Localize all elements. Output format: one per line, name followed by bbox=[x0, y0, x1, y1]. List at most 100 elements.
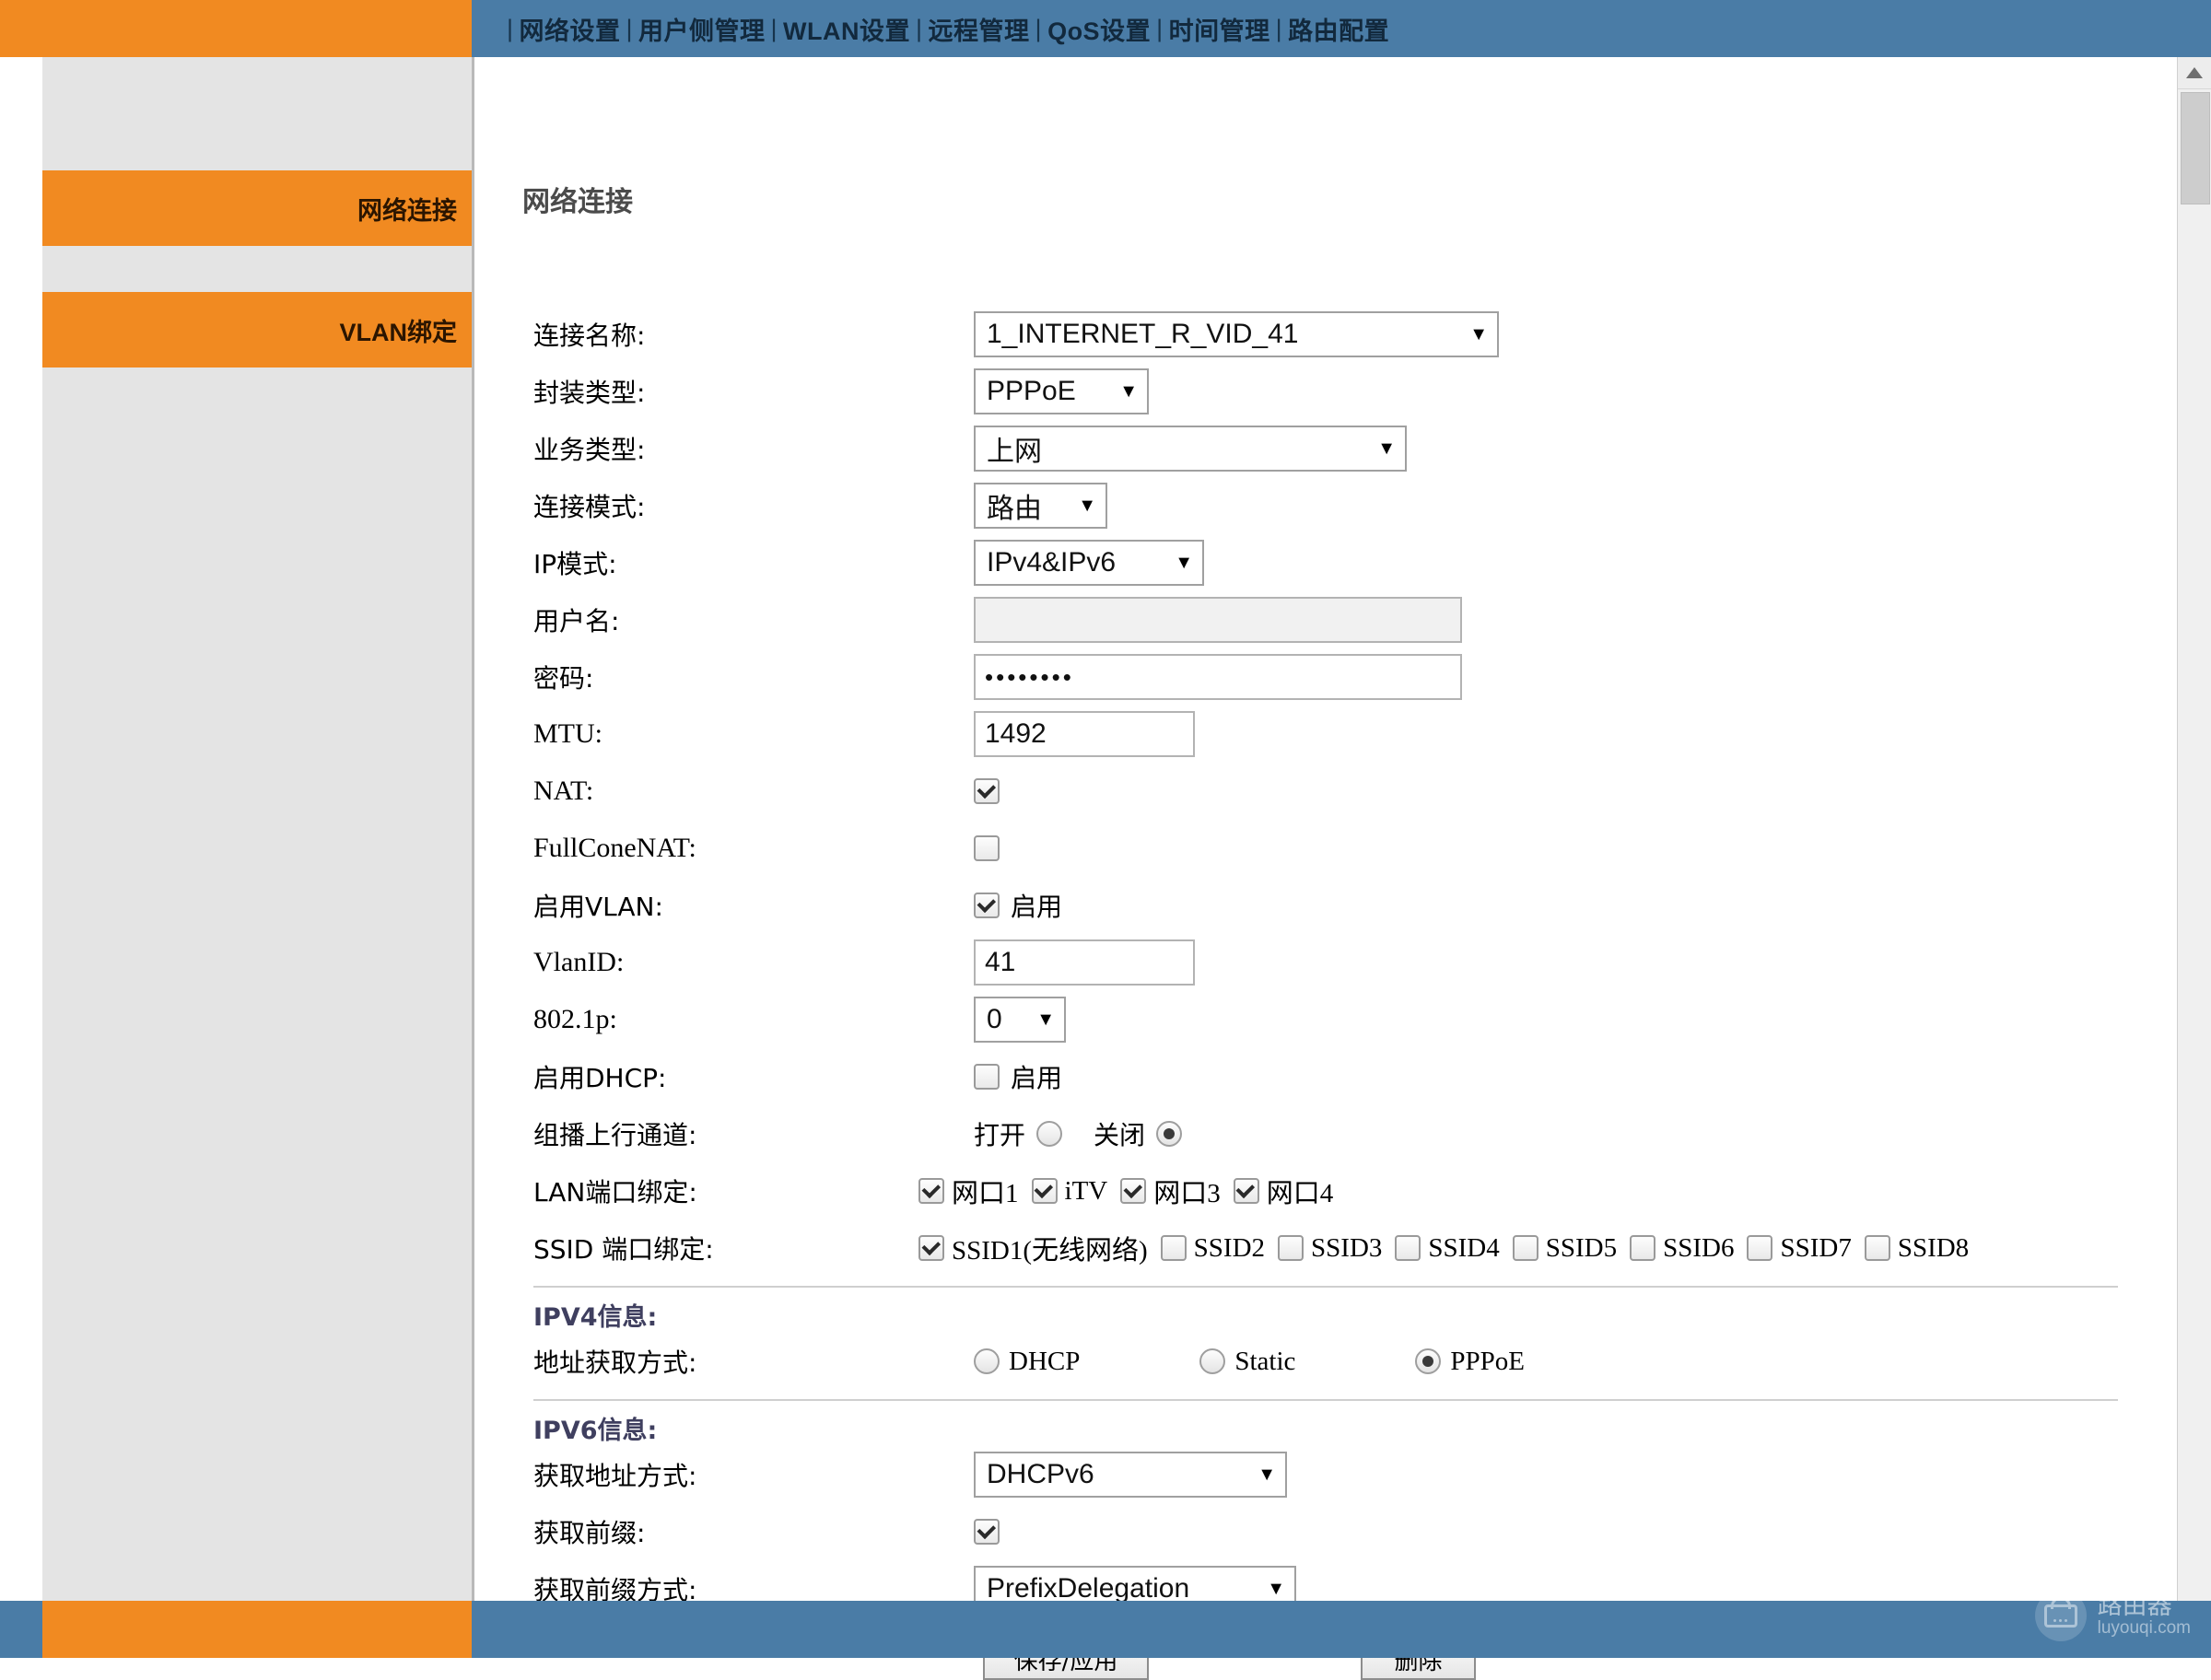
watermark-domain: luyouqi.com bbox=[2098, 1619, 2191, 1638]
divider-ipv6 bbox=[533, 1399, 2118, 1401]
ssid-8-checkbox[interactable] bbox=[1865, 1235, 1890, 1261]
vlan-id-input[interactable]: 41 bbox=[974, 939, 1195, 986]
lan-port-3-checkbox[interactable] bbox=[1120, 1178, 1146, 1204]
password-value: •••••••• bbox=[985, 663, 1074, 692]
ssid-item-3[interactable]: SSID3 bbox=[1278, 1233, 1382, 1264]
connection-name-select[interactable]: 1_INTERNET_R_VID_41 ▼ bbox=[974, 311, 1499, 357]
ipv4-pppoe-radio[interactable] bbox=[1415, 1348, 1441, 1374]
sidebar-item-label: 网络连接 bbox=[357, 191, 457, 227]
lan-port-2-label: iTV bbox=[1065, 1176, 1108, 1207]
username-input[interactable] bbox=[974, 597, 1462, 643]
label-nat: NAT: bbox=[522, 776, 974, 807]
ipv4-dhcp-label: DHCP bbox=[1009, 1347, 1080, 1377]
connection-mode-value: 路由 bbox=[987, 485, 1042, 526]
nav-item-wlan-settings[interactable]: WLAN设置 bbox=[783, 11, 910, 47]
ipv4-dhcp-radio[interactable] bbox=[974, 1348, 1000, 1374]
sidebar-item-network-connection[interactable]: 网络连接 bbox=[42, 170, 472, 246]
multicast-uplink-open-radio[interactable] bbox=[1036, 1121, 1062, 1147]
lan-port-item-1[interactable]: 网口1 bbox=[918, 1172, 1019, 1210]
ip-mode-select[interactable]: IPv4&IPv6 ▼ bbox=[974, 540, 1204, 586]
lan-port-item-4[interactable]: 网口4 bbox=[1234, 1172, 1334, 1210]
nav-item-route-configuration[interactable]: 路由配置 bbox=[1288, 11, 1389, 47]
lan-port-item-2[interactable]: iTV bbox=[1032, 1176, 1108, 1207]
ipv4-option-pppoe[interactable]: PPPoE bbox=[1415, 1347, 1525, 1377]
content-scrollbar[interactable] bbox=[2177, 57, 2211, 1632]
nav-item-remote-management[interactable]: 远程管理 bbox=[929, 11, 1030, 47]
lan-port-item-3[interactable]: 网口3 bbox=[1120, 1172, 1221, 1210]
ssid-item-2[interactable]: SSID2 bbox=[1161, 1233, 1265, 1264]
nav-separator-3: | bbox=[916, 15, 923, 43]
form-row-nat: NAT: bbox=[522, 763, 2144, 820]
ssid-6-checkbox[interactable] bbox=[1630, 1235, 1655, 1261]
nav-item-network-settings[interactable]: 网络设置 bbox=[520, 11, 621, 47]
ssid-item-1[interactable]: SSID1(无线网络) bbox=[918, 1229, 1148, 1267]
label-vlan-id: VlanID: bbox=[522, 947, 974, 978]
ipv4-pppoe-label: PPPoE bbox=[1450, 1347, 1525, 1377]
label-ipv6-address-mode: 获取地址方式: bbox=[522, 1456, 974, 1493]
topnav-items: | 网络设置 | 用户侧管理 | WLAN设置 | 远程管理 | QoS设置 |… bbox=[472, 0, 2211, 57]
ssid-item-6[interactable]: SSID6 bbox=[1630, 1233, 1734, 1264]
ssid-2-checkbox[interactable] bbox=[1161, 1235, 1187, 1261]
label-mtu: MTU: bbox=[522, 718, 974, 750]
ipv4-address-mode-radio-group: DHCP Static PPPoE bbox=[974, 1347, 1525, 1377]
nav-item-qos-settings[interactable]: QoS设置 bbox=[1047, 11, 1151, 47]
connection-mode-select[interactable]: 路由 ▼ bbox=[974, 483, 1107, 529]
ssid-7-checkbox[interactable] bbox=[1747, 1235, 1772, 1261]
form-row-connection-mode: 连接模式: 路由 ▼ bbox=[522, 477, 2144, 534]
nav-item-user-side-management[interactable]: 用户侧管理 bbox=[638, 11, 766, 47]
multicast-uplink-radio-group: 打开 关闭 bbox=[974, 1115, 1182, 1152]
multicast-uplink-option-open[interactable]: 打开 bbox=[974, 1115, 1062, 1152]
ipv6-get-prefix-checkbox[interactable] bbox=[974, 1519, 1000, 1545]
password-input[interactable]: •••••••• bbox=[974, 654, 1462, 700]
service-type-select[interactable]: 上网 ▼ bbox=[974, 426, 1407, 472]
ipv4-option-static[interactable]: Static bbox=[1199, 1347, 1295, 1377]
lan-port-1-checkbox[interactable] bbox=[918, 1178, 944, 1204]
ipv4-static-radio[interactable] bbox=[1199, 1348, 1225, 1374]
ssid-5-checkbox[interactable] bbox=[1513, 1235, 1538, 1261]
ssid-4-checkbox[interactable] bbox=[1395, 1235, 1421, 1261]
enable-dhcp-checkbox[interactable] bbox=[974, 1064, 1000, 1090]
ssid-2-label: SSID2 bbox=[1194, 1233, 1265, 1264]
priority-8021p-select[interactable]: 0 ▼ bbox=[974, 997, 1066, 1043]
divider-ipv4 bbox=[533, 1286, 2118, 1288]
label-full-cone-nat: FullConeNAT: bbox=[522, 833, 974, 864]
content-panel: 网络连接 连接名称: 1_INTERNET_R_VID_41 ▼ 封装类型: bbox=[472, 57, 2211, 1658]
multicast-uplink-option-close[interactable]: 关闭 bbox=[1094, 1115, 1182, 1152]
form-row-ssid-port-binding: SSID 端口绑定: SSID1(无线网络) SSID2 bbox=[522, 1219, 2144, 1277]
label-enable-dhcp: 启用DHCP: bbox=[522, 1058, 974, 1095]
scroll-up-button[interactable] bbox=[2178, 57, 2211, 89]
multicast-uplink-close-radio[interactable] bbox=[1156, 1121, 1182, 1147]
ssid-3-label: SSID3 bbox=[1311, 1233, 1382, 1264]
ip-mode-value: IPv4&IPv6 bbox=[987, 547, 1116, 578]
nav-item-time-management[interactable]: 时间管理 bbox=[1169, 11, 1270, 47]
nat-checkbox[interactable] bbox=[974, 778, 1000, 804]
mtu-input[interactable]: 1492 bbox=[974, 711, 1195, 757]
lan-port-4-checkbox[interactable] bbox=[1234, 1178, 1259, 1204]
ssid-item-7[interactable]: SSID7 bbox=[1747, 1233, 1851, 1264]
network-connection-form: 连接名称: 1_INTERNET_R_VID_41 ▼ 封装类型: PPPoE bbox=[522, 306, 2144, 1680]
ssid-6-label: SSID6 bbox=[1663, 1233, 1734, 1264]
ssid-item-4[interactable]: SSID4 bbox=[1395, 1233, 1499, 1264]
form-row-multicast-uplink: 组播上行通道: 打开 关闭 bbox=[522, 1105, 2144, 1162]
ssid-item-8[interactable]: SSID8 bbox=[1865, 1233, 1969, 1264]
nav-separator-2: | bbox=[771, 15, 778, 43]
ipv4-option-dhcp[interactable]: DHCP bbox=[974, 1347, 1080, 1377]
sidebar-left-strip bbox=[0, 57, 42, 1658]
section-title-ipv4: IPV4信息: bbox=[522, 1297, 2144, 1333]
enable-vlan-checkbox[interactable] bbox=[974, 892, 1000, 918]
full-cone-nat-checkbox[interactable] bbox=[974, 835, 1000, 861]
scrollbar-thumb[interactable] bbox=[2181, 92, 2210, 204]
ssid-7-label: SSID7 bbox=[1780, 1233, 1851, 1264]
form-row-username: 用户名: bbox=[522, 591, 2144, 648]
top-navigation-bar: | 网络设置 | 用户侧管理 | WLAN设置 | 远程管理 | QoS设置 |… bbox=[0, 0, 2211, 57]
label-connection-name: 连接名称: bbox=[522, 316, 974, 353]
form-row-8021p: 802.1p: 0 ▼ bbox=[522, 991, 2144, 1048]
sidebar-item-vlan-binding[interactable]: VLAN绑定 bbox=[42, 292, 472, 368]
ssid-1-checkbox[interactable] bbox=[918, 1235, 944, 1261]
encapsulation-type-select[interactable]: PPPoE ▼ bbox=[974, 368, 1149, 414]
lan-port-2-checkbox[interactable] bbox=[1032, 1178, 1058, 1204]
ssid-item-5[interactable]: SSID5 bbox=[1513, 1233, 1617, 1264]
nav-separator-4: | bbox=[1035, 15, 1043, 43]
ssid-3-checkbox[interactable] bbox=[1278, 1235, 1304, 1261]
ipv6-address-mode-select[interactable]: DHCPv6 ▼ bbox=[974, 1452, 1287, 1498]
